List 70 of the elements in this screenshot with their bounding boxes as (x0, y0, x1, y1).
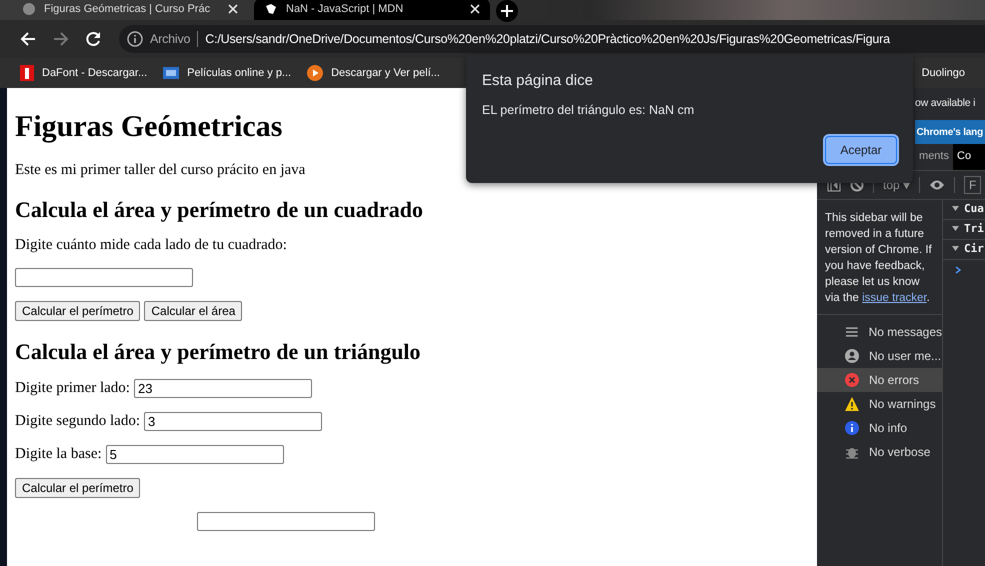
message-filter[interactable]: No verbose (817, 440, 942, 464)
error-icon (845, 373, 859, 387)
user-icon (845, 349, 859, 363)
bug-icon (845, 445, 859, 459)
group-label: Cua (964, 202, 984, 215)
console-group[interactable]: Cir (943, 240, 985, 260)
accept-button[interactable]: Aceptar (825, 136, 897, 164)
url-text: C:/Users/sandr/OneDrive/Documentos/Curso%20en%20platzi/Curso%20Pràctico%20en%20Js/Figuras%20Geometricas/Figura (205, 32, 890, 46)
calculate-button[interactable]: Calcular el área (144, 301, 242, 321)
language-button[interactable]: Chrome's lang (914, 120, 985, 144)
scheme-label: Archivo (150, 32, 190, 46)
message-filter[interactable]: No messages (817, 320, 942, 344)
browser-tab[interactable]: Figuras Geómetricas | Curso Prác (12, 0, 248, 20)
expand-triangle-icon (952, 245, 959, 252)
input-field[interactable] (197, 512, 375, 531)
info-icon (845, 421, 859, 435)
bookmark-icon (163, 67, 180, 79)
field-label: Digite la base: (15, 446, 102, 463)
sidebar-note: This sidebar will be removed in a future version of Chrome. If you have feedback, please let us know via the issue tracker. (817, 200, 942, 315)
field-label: Digite primer lado: (15, 380, 130, 397)
dialog-message: EL perímetro del triángulo es: NaN cm (482, 103, 696, 117)
console-group[interactable]: Tri (943, 220, 985, 240)
devtools-tab[interactable]: Co (953, 144, 985, 170)
reload-icon[interactable] (86, 31, 102, 47)
filter-field[interactable]: F (964, 176, 982, 194)
info-icon (127, 31, 143, 47)
input-field[interactable]: 23 (134, 379, 312, 398)
field-label: Digite cuánto mide cada lado de tu cuadrado: (15, 237, 288, 254)
eye-icon[interactable] (929, 179, 946, 191)
message-filter[interactable]: No user me... (817, 344, 942, 368)
bookmark[interactable]: DaFont - Descargar... (20, 65, 148, 81)
input-field[interactable] (15, 268, 193, 287)
expand-triangle-icon (952, 225, 959, 232)
calculate-button[interactable]: Calcular el perímetro (15, 478, 140, 498)
tab-title: Figuras Geómetricas | Curso Prác (44, 3, 212, 15)
calculate-button[interactable]: Calcular el perímetro (15, 301, 140, 321)
issue-tracker-link[interactable]: issue tracker (862, 292, 927, 304)
close-icon[interactable] (228, 4, 238, 14)
expand-triangle-icon (952, 205, 959, 212)
input-field[interactable]: 3 (144, 412, 322, 431)
section-heading: Calcula el área y perímetro de un cuadrado (15, 197, 423, 223)
intro-text: Este es mi primer taller del curso prácito en java (15, 162, 306, 179)
dialog-title: Esta página dice (482, 72, 594, 89)
message-filter[interactable]: No warnings (817, 392, 942, 416)
warning-icon (845, 397, 859, 411)
group-label: Cir (964, 242, 984, 255)
chevron-icon (955, 266, 961, 274)
bookmark-icon (20, 65, 34, 81)
section-heading: Calcula el área y perímetro de un triángulo (15, 339, 421, 365)
back-icon[interactable] (20, 31, 36, 47)
input-field[interactable]: 5 (106, 445, 284, 464)
devtools-tab[interactable]: ments (915, 144, 953, 170)
message-filter[interactable]: No info (817, 416, 942, 440)
list-icon (845, 325, 859, 339)
message-filter[interactable]: No errors (817, 368, 942, 392)
browser-tab[interactable]: NaN - JavaScript | MDN (254, 0, 490, 20)
address-bar[interactable]: Archivo C:/Users/sandr/OneDrive/Documentos/Curso%20en%20platzi/Curso%20Pràctico%20en%20Js/Figuras%20Geometricas/Figura (119, 25, 985, 53)
banner-text: ow available i (915, 97, 976, 109)
new-tab-icon[interactable] (496, 0, 518, 22)
bookmark[interactable]: Duolingo (922, 67, 965, 79)
group-label: Tri (964, 222, 984, 235)
tab-title: NaN - JavaScript | MDN (286, 3, 404, 15)
bookmark[interactable]: Descargar y Ver pelí... (307, 65, 440, 81)
close-icon[interactable] (470, 4, 480, 14)
bookmark[interactable]: Películas online y p... (163, 67, 292, 79)
field-label: Digite segundo lado: (15, 413, 140, 430)
play-icon (307, 65, 324, 81)
page-title: Figuras Geómetricas (15, 110, 282, 144)
forward-icon[interactable] (53, 31, 69, 47)
console-group[interactable]: Cua (943, 200, 985, 220)
